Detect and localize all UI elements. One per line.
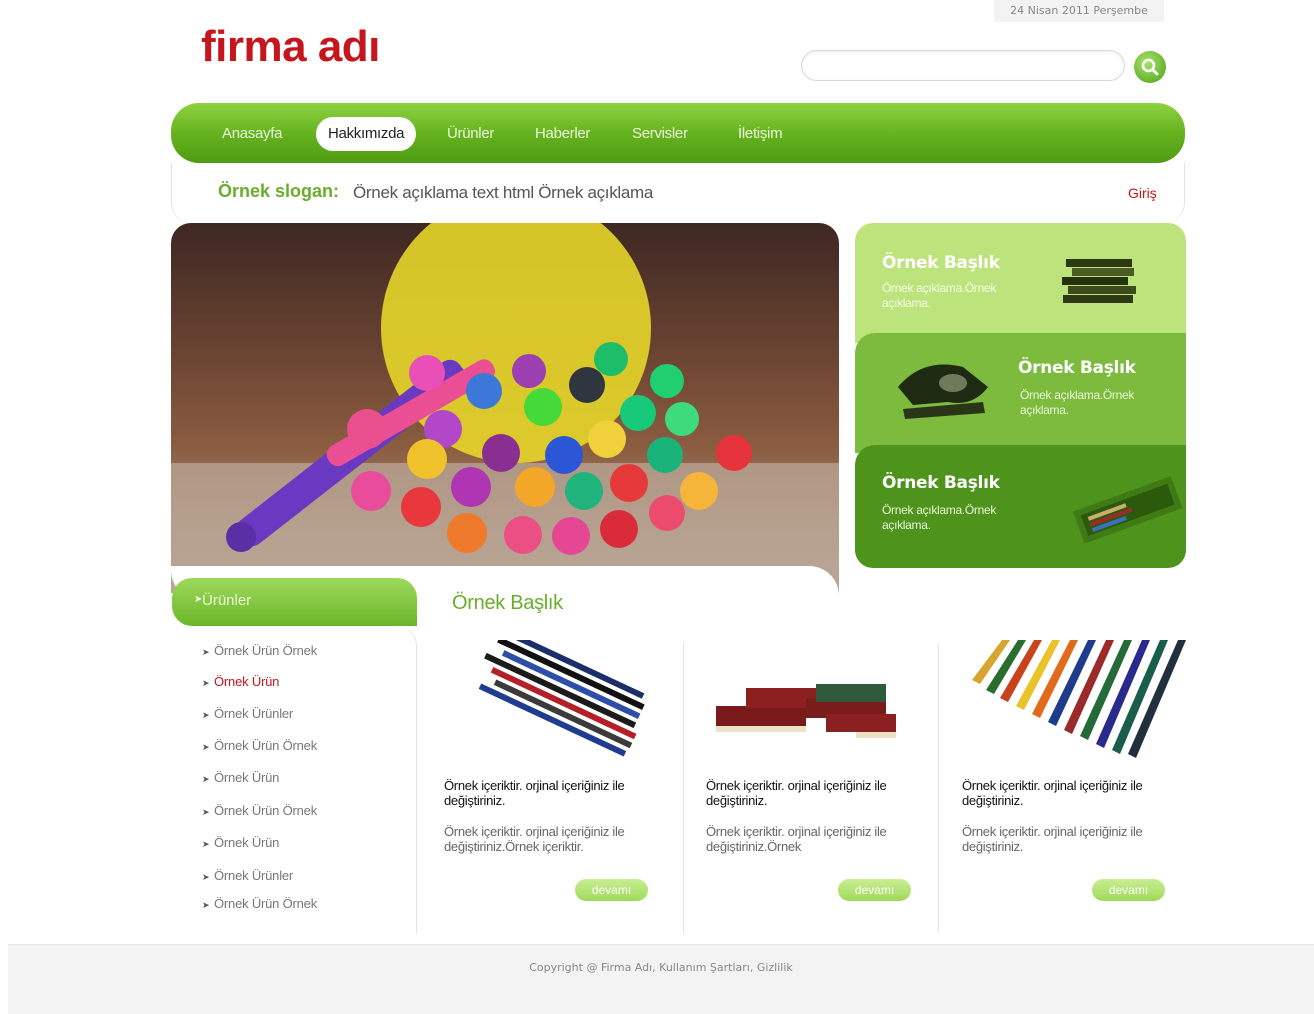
- nav-item-haberler[interactable]: Haberler: [535, 117, 590, 151]
- product-card-2: Örnek içeriktir. orjinal içeriğiniz ile …: [706, 640, 951, 934]
- stapler-icon: [898, 364, 988, 419]
- feature-title: Örnek Başlık: [1018, 358, 1136, 378]
- pencil-case-icon: [1073, 476, 1183, 544]
- footer: Copyright @ Firma Adı, Kullanım Şartları…: [8, 944, 1314, 1014]
- hero-markers-illustration: [171, 223, 839, 593]
- product-text: Örnek içeriktir. orjinal içeriğiniz ile …: [962, 778, 1143, 808]
- logo[interactable]: firma adı: [201, 22, 380, 72]
- sidebar-item[interactable]: ➤ Örnek Ürün Örnek: [202, 803, 317, 818]
- date-label: 24 Nisan 2011 Perşembe: [994, 0, 1164, 22]
- hero-image: [171, 223, 839, 593]
- sidebar-item[interactable]: ➤ Örnek Ürün Örnek: [202, 738, 317, 753]
- nav-item-urunler[interactable]: Ürünler: [447, 117, 494, 151]
- sidebar-item-label: Örnek Ürün: [214, 674, 280, 689]
- chevron-right-icon: ➤: [202, 807, 210, 817]
- feature-list: Örnek Başlık Örnek açıklama.Örnek açıkla…: [855, 223, 1186, 568]
- sidebar: ➤ Örnek Ürün Örnek ➤ Örnek Ürün ➤ Örnek Ürü…: [172, 626, 417, 934]
- slogan-text: Örnek açıklama text html Örnek açıklama: [353, 183, 654, 202]
- product-text-secondary: Örnek içeriktir. orjinal içeriğiniz ile …: [444, 824, 625, 854]
- chevron-right-icon: ➤: [202, 678, 210, 688]
- sidebar-item-label: Örnek Ürünler: [214, 868, 294, 883]
- feature-title: Örnek Başlık: [882, 473, 1000, 493]
- main-nav: Anasayfa Hakkımızda Ürünler Haberler Ser…: [171, 103, 1185, 163]
- chevron-right-icon: ➤: [202, 647, 210, 657]
- sidebar-item-label: Örnek Ürün Örnek: [214, 896, 318, 911]
- nav-item-anasayfa[interactable]: Anasayfa: [222, 117, 282, 151]
- product-text-secondary: Örnek içeriktir. orjinal içeriğiniz ile …: [962, 824, 1143, 854]
- chevron-right-icon: ➤: [202, 839, 210, 849]
- chevron-right-icon: ➤: [202, 710, 210, 720]
- sidebar-item[interactable]: ➤ Örnek Ürün: [202, 835, 279, 850]
- nav-item-iletisim[interactable]: İletişim: [738, 117, 783, 151]
- divider: [683, 642, 684, 934]
- books-icon: [1062, 259, 1136, 303]
- pens-image: [478, 640, 645, 757]
- sidebar-item[interactable]: ➤ Örnek Ürün: [202, 674, 279, 689]
- product-card-3: Örnek içeriktir. orjinal içeriğiniz ile …: [962, 640, 1207, 934]
- login-link[interactable]: Giriş: [1128, 185, 1157, 201]
- sidebar-item-label: Örnek Ürün Örnek: [214, 643, 318, 658]
- sidebar-item[interactable]: ➤ Örnek Ürün: [202, 770, 279, 785]
- books-image: [716, 684, 896, 738]
- sidebar-item[interactable]: ➤ Örnek Ürünler: [202, 706, 293, 721]
- sidebar-item-label: Örnek Ürün: [214, 770, 280, 785]
- search-input[interactable]: [801, 50, 1125, 81]
- footer-text: Copyright @ Firma Adı, Kullanım Şartları…: [529, 961, 793, 974]
- nav-item-servisler[interactable]: Servisler: [632, 117, 688, 151]
- chevron-right-icon: ➤: [202, 900, 210, 910]
- section-title: Örnek Başlık: [452, 592, 563, 614]
- search-icon: [1141, 58, 1159, 76]
- divider: [938, 642, 939, 934]
- colored-pencils-image: [962, 640, 1202, 760]
- product-card-1: Örnek içeriktir. orjinal içeriğiniz ile …: [444, 640, 689, 934]
- sidebar-item-label: Örnek Ürün Örnek: [214, 738, 318, 753]
- product-text: Örnek içeriktir. orjinal içeriğiniz ile …: [706, 778, 887, 808]
- chevron-right-icon: ➤: [202, 742, 210, 752]
- feature-item-1[interactable]: Örnek Başlık Örnek açıklama.Örnek açıkla…: [855, 223, 1186, 343]
- nav-item-hakkimizda[interactable]: Hakkımızda: [316, 117, 417, 151]
- sidebar-item-label: Örnek Ürün Örnek: [214, 803, 318, 818]
- read-more-button[interactable]: devamı: [575, 879, 648, 901]
- product-text: Örnek içeriktir. orjinal içeriğiniz ile …: [444, 778, 625, 808]
- chevron-right-icon: ➤: [202, 774, 210, 784]
- sidebar-item[interactable]: ➤ Örnek Ürün Örnek: [202, 896, 317, 911]
- search-button[interactable]: [1134, 51, 1166, 83]
- sidebar-item-label: Örnek Ürün: [214, 835, 280, 850]
- sidebar-item-label: Örnek Ürünler: [214, 706, 294, 721]
- feature-item-2[interactable]: Örnek Başlık Örnek açıklama.Örnek açıkla…: [855, 333, 1186, 453]
- slogan-title: Örnek slogan:: [218, 181, 340, 201]
- sidebar-title: Ürünler: [202, 592, 252, 609]
- feature-item-3[interactable]: Örnek Başlık Örnek açıklama.Örnek açıkla…: [855, 445, 1186, 568]
- feature-desc: Örnek açıklama.Örnek açıklama.: [882, 503, 997, 532]
- read-more-button[interactable]: devamı: [1092, 879, 1165, 901]
- slogan-bar: Örnek slogan: Örnek açıklama text html Ö…: [171, 163, 1185, 223]
- sidebar-item[interactable]: ➤ Örnek Ürünler: [202, 868, 293, 883]
- sidebar-item[interactable]: ➤ Örnek Ürün Örnek: [202, 643, 317, 658]
- feature-title: Örnek Başlık: [882, 253, 1000, 273]
- read-more-button[interactable]: devamı: [838, 879, 911, 901]
- page: 24 Nisan 2011 Perşembe firma adı Anasayf…: [0, 0, 1314, 1014]
- chevron-right-icon: ➤: [202, 872, 210, 882]
- feature-desc: Örnek açıklama.Örnek açıklama.: [1020, 388, 1135, 417]
- feature-desc: Örnek açıklama.Örnek açıklama.: [882, 281, 997, 310]
- sidebar-header[interactable]: ➤ Ürünler: [172, 578, 417, 626]
- product-text-secondary: Örnek içeriktir. orjinal içeriğiniz ile …: [706, 824, 887, 854]
